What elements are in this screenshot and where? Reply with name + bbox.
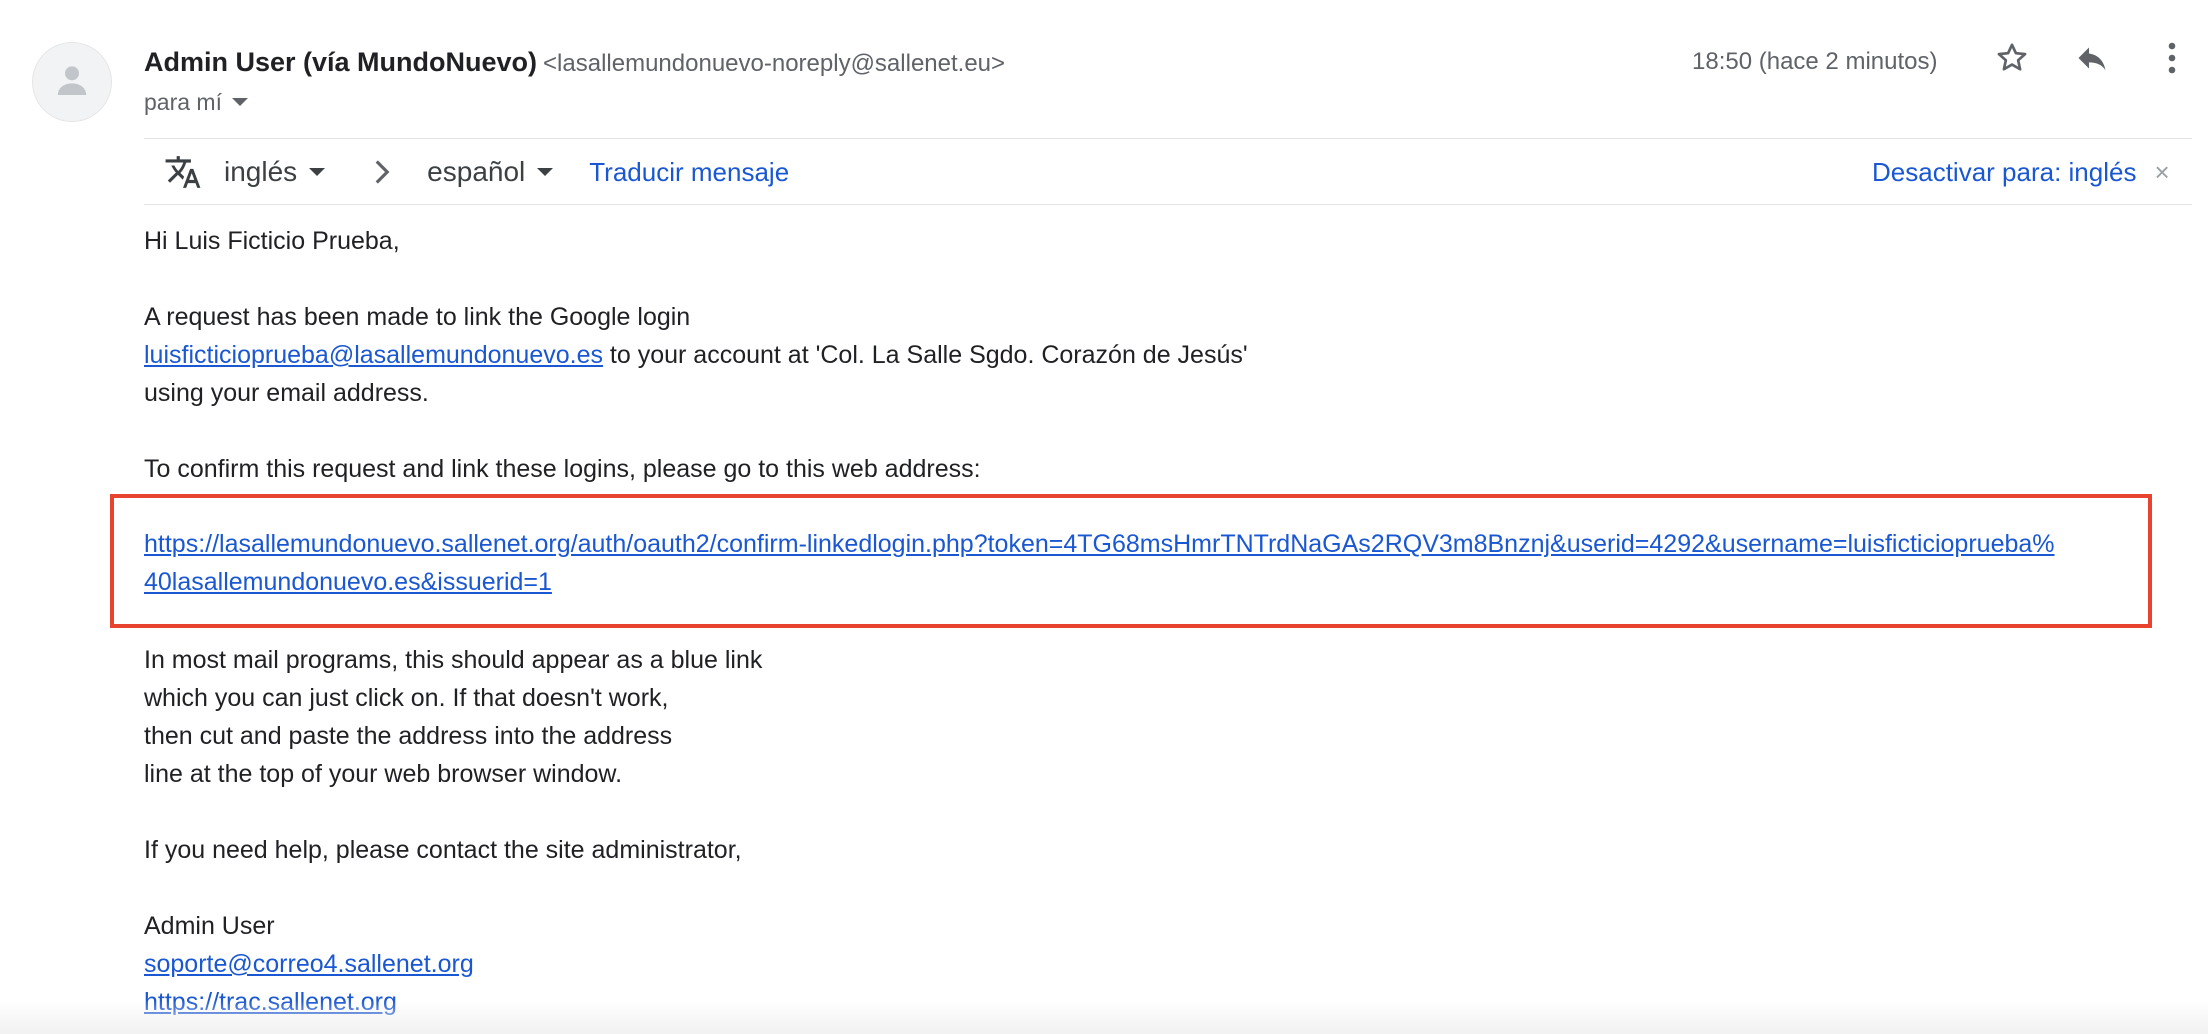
caret-down-icon	[537, 168, 554, 176]
avatar	[32, 42, 112, 122]
divider	[144, 204, 2192, 205]
reply-button[interactable]	[2070, 38, 2114, 82]
source-language-label: inglés	[224, 156, 298, 187]
sender-line: Admin User (vía MundoNuevo) <lasallemundo…	[144, 44, 1005, 82]
more-options-button[interactable]	[2156, 38, 2188, 82]
paragraph-line: line at the top of your web browser wind…	[144, 760, 623, 788]
confirm-link-line-2[interactable]: 40lasallemundonuevo.es&issuerid=1	[144, 563, 2144, 601]
signature-email-link[interactable]: soporte@correo4.sallenet.org	[144, 950, 474, 978]
confirm-link-line-1[interactable]: https://lasallemundonuevo.sallenet.org/a…	[144, 525, 2144, 563]
translate-message-link[interactable]: Traducir mensaje	[589, 157, 789, 188]
source-language-select[interactable]: inglés	[224, 156, 326, 188]
paragraph-line: then cut and paste the address into the …	[144, 722, 673, 750]
paragraph-line: which you can just click on. If that doe…	[144, 684, 669, 712]
translate-icon	[164, 153, 202, 191]
star-icon	[1994, 40, 2030, 81]
more-vert-icon	[2166, 40, 2178, 81]
paragraph-line: To confirm this request and link these l…	[144, 455, 981, 483]
paragraph-line: luisficticioprueba@lasallemundonuevo.es …	[144, 336, 1248, 374]
divider	[144, 138, 2192, 139]
caret-down-icon	[231, 98, 248, 106]
target-language-select[interactable]: español	[427, 156, 554, 188]
paragraph-text: to your account at 'Col. La Salle Sgdo. …	[602, 341, 1248, 369]
paragraph-line: In most mail programs, this should appea…	[144, 646, 763, 674]
timestamp: 18:50 (hace 2 minutos)	[1692, 48, 1938, 75]
recipient-details-toggle[interactable]: para mí	[144, 86, 248, 118]
paragraph-line: If you need help, please contact the sit…	[144, 836, 742, 864]
target-language-label: español	[427, 156, 526, 187]
close-icon[interactable]: ×	[2154, 157, 2169, 188]
email-link[interactable]: luisficticioprueba@lasallemundonuevo.es	[144, 341, 603, 369]
sender-email: <lasallemundonuevo-noreply@sallenet.eu>	[543, 50, 1006, 77]
signature-name: Admin User	[144, 912, 275, 940]
caret-down-icon	[309, 168, 326, 176]
paragraph-line: A request has been made to link the Goog…	[144, 303, 691, 331]
person-icon	[52, 60, 92, 105]
scroll-fade	[0, 1000, 2208, 1034]
sender-name[interactable]: Admin User (vía MundoNuevo)	[144, 47, 537, 77]
paragraph-line: using your email address.	[144, 379, 429, 407]
confirm-url-block: https://lasallemundonuevo.sallenet.org/a…	[144, 525, 2144, 601]
greeting: Hi Luis Ficticio Prueba,	[144, 227, 400, 255]
disable-translation: Desactivar para: inglés ×	[1872, 152, 2170, 192]
chevron-right-icon	[373, 158, 391, 186]
disable-translation-link[interactable]: Desactivar para: inglés	[1872, 157, 2136, 188]
reply-icon	[2074, 40, 2110, 81]
recipient-label: para mí	[144, 89, 222, 115]
translate-bar: inglés español Traducir mensaje	[164, 150, 789, 194]
signature-email-line: soporte@correo4.sallenet.org	[144, 945, 474, 983]
star-button[interactable]	[1990, 38, 2034, 82]
